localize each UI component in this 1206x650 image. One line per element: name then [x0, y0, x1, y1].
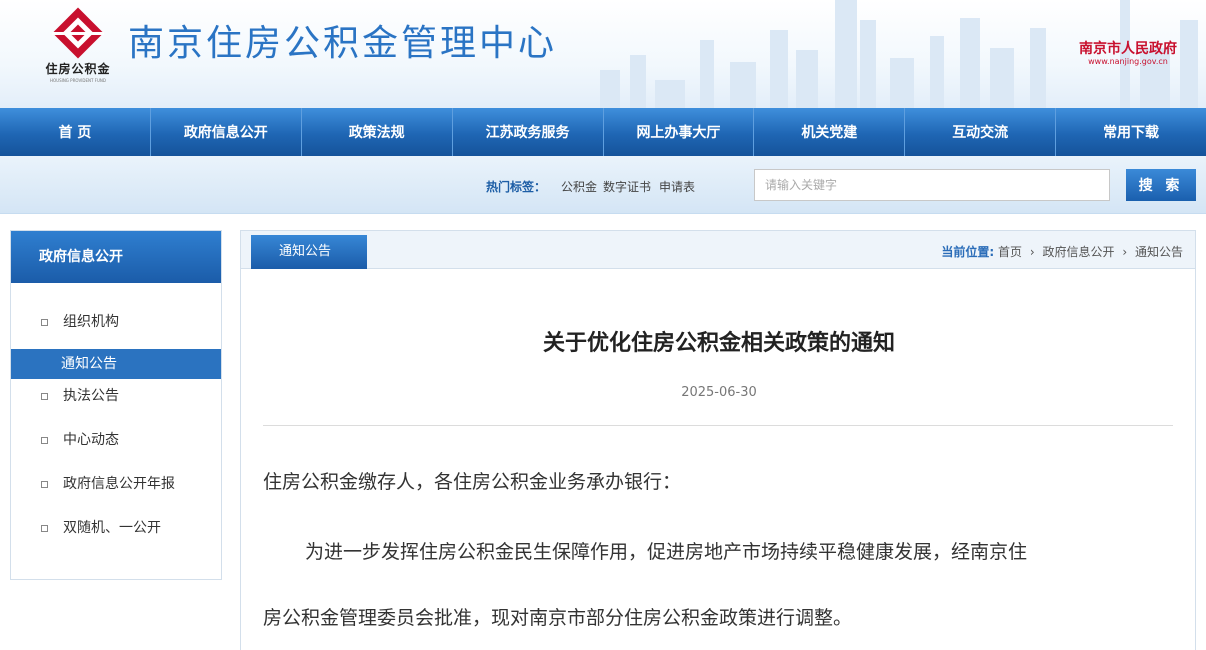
gov-url[interactable]: www.nanjing.gov.cn [1060, 57, 1196, 66]
tab-notices[interactable]: 通知公告 [251, 235, 367, 269]
gov-name[interactable]: 南京市人民政府 [1060, 38, 1196, 58]
square-bullet-icon [41, 481, 48, 488]
nav-item-downloads[interactable]: 常用下载 [1056, 108, 1206, 156]
sidebar-item-random-inspection[interactable]: 双随机、一公开 [11, 513, 221, 543]
article-paragraph: 为进一步发挥住房公积金民生保障作用，促进房地产市场持续平稳健康发展，经南京住 [305, 541, 1028, 563]
nav-item-policies[interactable]: 政策法规 [302, 108, 453, 156]
square-bullet-icon [41, 437, 48, 444]
sidebar-item-label: 通知公告 [61, 356, 117, 372]
hot-tag-link[interactable]: 数字证书 [603, 178, 651, 195]
hot-tag-link[interactable]: 公积金 [561, 178, 597, 195]
hot-tag-link[interactable]: 申请表 [659, 178, 695, 195]
sidebar-item-label: 政府信息公开年报 [63, 476, 175, 492]
sidebar-item-center-news[interactable]: 中心动态 [11, 425, 221, 455]
breadcrumb-link-home[interactable]: 首页 [998, 245, 1022, 259]
breadcrumb-separator: › [1122, 245, 1128, 259]
sidebar-item-enforcement[interactable]: 执法公告 [11, 381, 221, 411]
nav-item-gov-info[interactable]: 政府信息公开 [151, 108, 302, 156]
sidebar: 政府信息公开 组织机构 通知公告 执法公告 中心动态 政府信息公开年报 双随机、… [10, 230, 222, 580]
square-bullet-icon [41, 393, 48, 400]
sidebar-item-label: 中心动态 [63, 432, 119, 448]
housing-fund-logo[interactable]: 住房公积金 HOUSING PROVIDENT FUND [36, 6, 120, 92]
search-bar: 热门标签： 公积金 数字证书 申请表 搜 索 [0, 156, 1206, 214]
site-title: 南京住房公积金管理中心 [128, 23, 558, 64]
sidebar-item-organization[interactable]: 组织机构 [11, 307, 221, 337]
main-nav: 首 页 政府信息公开 政策法规 江苏政务服务 网上办事大厅 机关党建 互动交流 … [0, 108, 1206, 156]
article-paragraph: 房公积金管理委员会批准，现对南京市部分住房公积金政策进行调整。 [263, 607, 853, 629]
page: 住房公积金 HOUSING PROVIDENT FUND 南京住房公积金管理中心… [0, 0, 1206, 650]
hot-tags-label: 热门标签： [486, 180, 547, 194]
nav-item-online-hall[interactable]: 网上办事大厅 [604, 108, 755, 156]
title-divider [263, 425, 1173, 426]
article-date: 2025-06-30 [681, 385, 757, 400]
nav-item-jiangsu-services[interactable]: 江苏政务服务 [453, 108, 604, 156]
breadcrumb: 当前位置: 首页 › 政府信息公开 › 通知公告 [941, 243, 1183, 260]
breadcrumb-link-gov-info[interactable]: 政府信息公开 [1043, 245, 1115, 259]
sidebar-item-notices[interactable]: 通知公告 [11, 349, 221, 379]
logo-text: 住房公积金 [45, 62, 111, 76]
square-bullet-icon [41, 525, 48, 532]
sidebar-item-label: 执法公告 [63, 388, 119, 404]
logo-emblem-icon [52, 7, 104, 59]
nav-item-interaction[interactable]: 互动交流 [905, 108, 1057, 156]
sidebar-item-label: 组织机构 [63, 314, 119, 330]
article-title: 关于优化住房公积金相关政策的通知 [542, 331, 895, 356]
site-header: 住房公积金 HOUSING PROVIDENT FUND 南京住房公积金管理中心… [0, 0, 1206, 108]
nav-item-party-building[interactable]: 机关党建 [754, 108, 906, 156]
sidebar-title: 政府信息公开 [11, 231, 221, 283]
search-input[interactable] [754, 169, 1110, 201]
breadcrumb-label: 当前位置: [941, 245, 995, 259]
article-paragraph: 住房公积金缴存人，各住房公积金业务承办银行： [263, 471, 682, 493]
content-panel: 通知公告 当前位置: 首页 › 政府信息公开 › 通知公告 关于优化住房公积金相… [240, 230, 1196, 650]
sidebar-item-label: 双随机、一公开 [63, 520, 161, 536]
nav-item-home[interactable]: 首 页 [0, 108, 151, 156]
sidebar-item-annual-report[interactable]: 政府信息公开年报 [11, 469, 221, 499]
square-bullet-icon [41, 319, 48, 326]
logo-subtext: HOUSING PROVIDENT FUND [50, 78, 106, 83]
content-header-bar: 通知公告 当前位置: 首页 › 政府信息公开 › 通知公告 [241, 231, 1195, 269]
breadcrumb-link-notices[interactable]: 通知公告 [1135, 245, 1183, 259]
breadcrumb-separator: › [1029, 245, 1035, 259]
search-button[interactable]: 搜 索 [1126, 169, 1196, 201]
